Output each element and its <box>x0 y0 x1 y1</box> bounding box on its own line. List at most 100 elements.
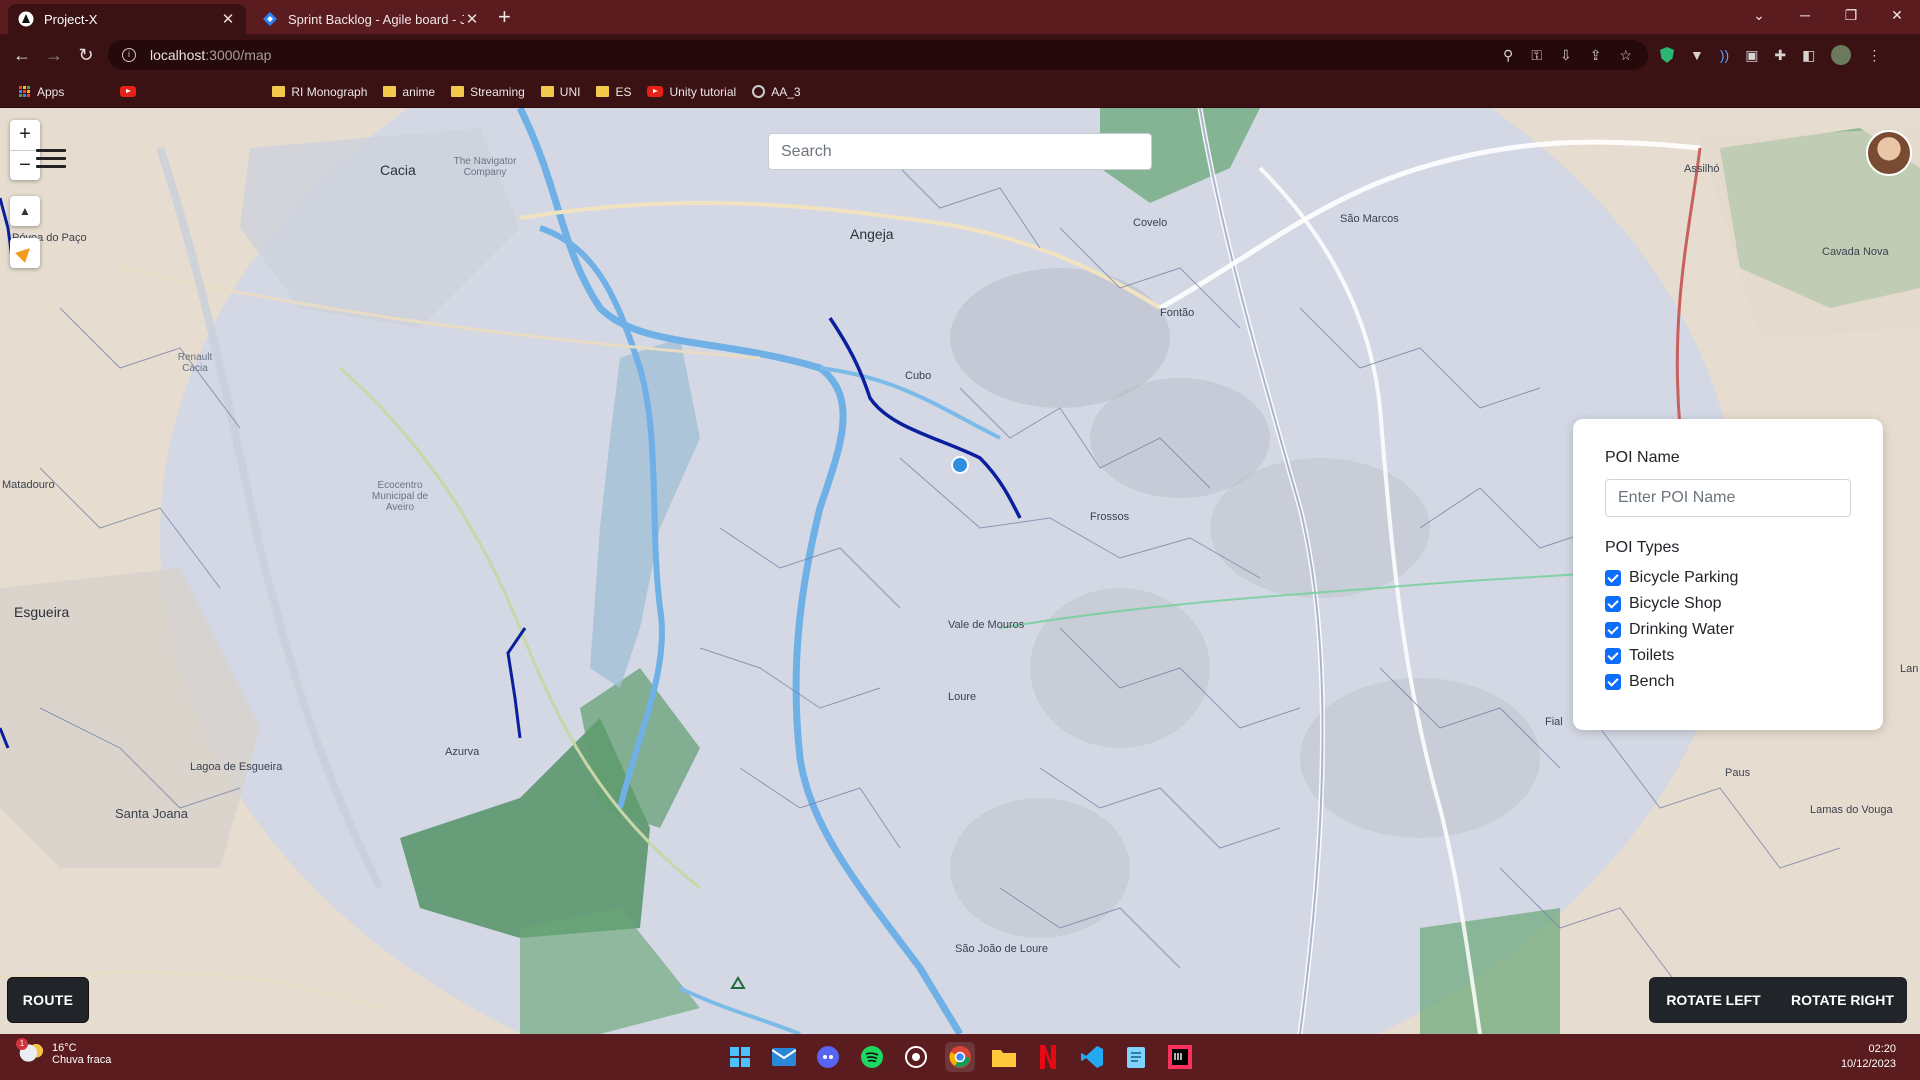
poi-type-bench[interactable]: Bench <box>1605 669 1851 695</box>
forward-icon[interactable]: → <box>42 44 66 66</box>
adblock-shield-icon[interactable] <box>1660 47 1674 63</box>
notification-badge: 1 <box>16 1038 28 1050</box>
taskbar-apps <box>725 1042 1195 1072</box>
poi-type-bicycle-shop[interactable]: Bicycle Shop <box>1605 591 1851 617</box>
place-label: São Marcos <box>1340 213 1399 225</box>
place-label: São João de Loure <box>955 943 1048 955</box>
tab-search-icon[interactable]: ⌄ <box>1736 4 1782 26</box>
poi-filter-panel: POI Name POI Types Bicycle Parking Bicyc… <box>1573 419 1883 730</box>
key-icon[interactable]: ⚿ <box>1531 47 1542 64</box>
place-label: Loure <box>948 691 977 703</box>
discord-icon[interactable] <box>813 1042 843 1072</box>
intellij-icon[interactable] <box>1165 1042 1195 1072</box>
address-bar[interactable]: i localhost:3000/map ⚲ ⚿ ⇩ ⇪ ☆ <box>108 40 1648 70</box>
poi-type-drinking-water[interactable]: Drinking Water <box>1605 617 1851 643</box>
tab-title: Sprint Backlog - Agile board - Ji <box>288 11 464 27</box>
folder-icon <box>383 86 397 97</box>
windows-taskbar: 1 16°C Chuva fraca 02:20 10/12/2023 <box>0 1034 1920 1080</box>
minimize-icon[interactable]: ─ <box>1782 4 1828 26</box>
jira-icon <box>263 12 277 26</box>
rotate-left-button[interactable]: ROTATE LEFT <box>1649 977 1778 1023</box>
place-label: Vale de Mouros <box>948 619 1025 631</box>
locate-me-icon[interactable] <box>10 238 40 268</box>
close-tab-icon[interactable]: ✕ <box>220 10 236 28</box>
place-label: Esgueira <box>14 604 70 620</box>
windows-start-icon[interactable] <box>725 1042 755 1072</box>
bookmark-ri-monograph[interactable]: RI Monograph <box>267 85 372 99</box>
weather-widget[interactable]: 1 16°C Chuva fraca <box>16 1038 111 1066</box>
place-label: Frossos <box>1090 511 1130 523</box>
rotate-right-button[interactable]: ROTATE RIGHT <box>1778 977 1907 1023</box>
spotify-icon[interactable] <box>857 1042 887 1072</box>
screenshot-extension-icon[interactable]: ▣ <box>1745 47 1758 64</box>
checkbox-checked-icon[interactable] <box>1605 596 1621 612</box>
bookmark-es[interactable]: ES <box>591 85 636 99</box>
bookmark-anime[interactable]: anime <box>378 85 440 99</box>
chrome-icon[interactable] <box>945 1042 975 1072</box>
close-tab-icon[interactable]: ✕ <box>464 10 480 28</box>
side-panel-icon[interactable]: ◧ <box>1802 47 1815 64</box>
restore-icon[interactable]: ❐ <box>1828 4 1874 26</box>
browser-menu-icon[interactable]: ⋮ <box>1867 47 1881 64</box>
place-label: Lagoa de Esgueira <box>190 761 283 773</box>
reload-icon[interactable]: ↻ <box>74 44 98 66</box>
place-label: Cavada Nova <box>1822 246 1889 258</box>
site-info-icon[interactable]: i <box>122 48 136 62</box>
install-icon[interactable]: ⇩ <box>1560 47 1572 64</box>
close-window-icon[interactable]: ✕ <box>1874 4 1920 26</box>
forest-area <box>1420 908 1560 1034</box>
tab-project-x[interactable]: Project-X ✕ <box>8 4 246 34</box>
map-view[interactable]: Cacia Angeja Frossos Cubo Fontão Covelo … <box>0 108 1920 1034</box>
clock-date: 10/12/2023 <box>1840 1058 1896 1070</box>
poi-type-toilets[interactable]: Toilets <box>1605 643 1851 669</box>
folder-icon <box>451 86 465 97</box>
compass-reset-north-button[interactable]: ▲ <box>10 196 40 226</box>
checkbox-checked-icon[interactable] <box>1605 674 1621 690</box>
bookmark-streaming[interactable]: Streaming <box>446 85 530 99</box>
poi-types-label: POI Types <box>1605 539 1680 556</box>
youtube-bookmark-icon[interactable] <box>115 86 141 97</box>
search-input[interactable] <box>768 133 1152 170</box>
netflix-icon[interactable] <box>1033 1042 1063 1072</box>
poi-type-bicycle-parking[interactable]: Bicycle Parking <box>1605 565 1851 591</box>
place-label: Renault Cacia <box>177 352 213 374</box>
share-icon[interactable]: ⇪ <box>1590 47 1602 64</box>
location-pin-icon[interactable]: ⚲ <box>1503 47 1513 64</box>
bookmark-aa3[interactable]: AA_3 <box>747 85 805 99</box>
file-explorer-icon[interactable] <box>989 1042 1019 1072</box>
filter-extension-icon[interactable]: ▼ <box>1690 47 1704 63</box>
place-label: Angeja <box>850 226 894 242</box>
notepad-icon[interactable] <box>1121 1042 1151 1072</box>
folder-icon <box>596 86 610 97</box>
back-icon[interactable]: ← <box>10 44 34 66</box>
bookmark-star-icon[interactable]: ☆ <box>1619 47 1632 64</box>
tab-sprint-backlog[interactable]: Sprint Backlog - Agile board - Ji ✕ <box>252 4 490 34</box>
place-label: Cacia <box>380 162 416 178</box>
checkbox-checked-icon[interactable] <box>1605 648 1621 664</box>
globe-icon <box>752 85 766 98</box>
place-label: Ecocentro Municipal de Aveiro <box>371 480 429 513</box>
extensions-puzzle-icon[interactable]: ✚ <box>1774 47 1786 64</box>
audio-extension-icon[interactable]: )) <box>1720 47 1729 63</box>
menu-hamburger-icon[interactable] <box>36 144 66 174</box>
poi-name-input[interactable] <box>1605 479 1851 517</box>
new-tab-icon[interactable]: + <box>498 6 511 28</box>
mail-icon[interactable] <box>769 1042 799 1072</box>
place-label: Fontão <box>1160 307 1195 319</box>
clock-time: 02:20 <box>1868 1043 1896 1055</box>
whatsapp-icon[interactable] <box>901 1042 931 1072</box>
route-button[interactable]: ROUTE <box>7 977 89 1023</box>
vscode-icon[interactable] <box>1077 1042 1107 1072</box>
checkbox-checked-icon[interactable] <box>1605 622 1621 638</box>
checkbox-checked-icon[interactable] <box>1605 570 1621 586</box>
bookmark-apps[interactable]: Apps <box>14 85 69 99</box>
bookmark-unity-tutorial[interactable]: Unity tutorial <box>642 85 741 99</box>
browser-profile-avatar[interactable] <box>1831 45 1852 65</box>
bookmark-uni[interactable]: UNI <box>536 85 586 99</box>
place-label: Lan <box>1900 663 1919 675</box>
place-label: Matadouro <box>2 479 55 491</box>
current-location-marker[interactable] <box>951 456 969 474</box>
user-avatar[interactable] <box>1866 130 1912 176</box>
system-clock[interactable]: 02:20 10/12/2023 <box>1841 1042 1896 1072</box>
url-text: localhost:3000/map <box>150 47 272 63</box>
